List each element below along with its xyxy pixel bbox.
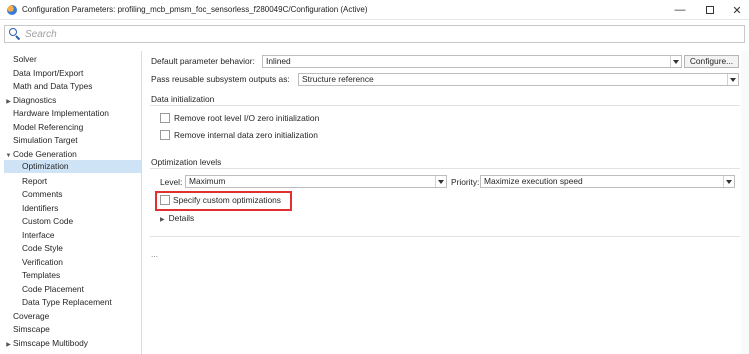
sidebar-item-label: Interface: [22, 229, 55, 240]
sidebar-item-solver[interactable]: Solver: [4, 53, 141, 66]
section-divider: [150, 105, 740, 106]
sidebar-item-data-type-replacement[interactable]: Data Type Replacement: [4, 296, 141, 309]
dropdown-arrow-icon: [723, 176, 734, 187]
sidebar-item-comments[interactable]: Comments: [4, 188, 141, 201]
select-value: Inlined: [266, 56, 291, 66]
configure-button[interactable]: Configure...: [684, 55, 739, 68]
opt-levels-heading: Optimization levels: [151, 157, 222, 167]
sidebar-item-label: Verification: [22, 256, 63, 267]
sidebar-item-label: Comments: [22, 189, 63, 199]
expand-arrow-icon: ▶: [160, 217, 165, 223]
sidebar-item-label: Templates: [22, 270, 61, 280]
dropdown-arrow-icon: [435, 176, 446, 187]
sidebar-tree: Solver Data Import/Export Math and Data …: [4, 51, 142, 354]
sidebar-item-label: Code Placement: [22, 283, 84, 294]
sidebar-item-data-import-export[interactable]: Data Import/Export: [4, 67, 141, 80]
level-label: Level:: [160, 177, 183, 187]
sidebar-item-label: Identifiers: [22, 202, 59, 213]
sidebar-item-model-referencing[interactable]: Model Referencing: [4, 121, 141, 134]
sidebar-item-simscape-multibody[interactable]: ▶ Simscape Multibody: [4, 337, 141, 350]
optimization-panel: Default parameter behavior: Inlined Conf…: [150, 51, 749, 354]
details-toggle[interactable]: ▶ Details: [160, 213, 194, 223]
sidebar-item-simscape[interactable]: Simscape: [4, 323, 141, 336]
vertical-scrollbar[interactable]: [741, 51, 749, 354]
remove-internal-checkbox[interactable]: [160, 130, 170, 140]
sidebar-item-label: Report: [22, 175, 48, 186]
remove-internal-label: Remove internal data zero initialization: [174, 130, 318, 140]
specify-custom-checkbox[interactable]: [160, 195, 170, 205]
select-value: Maximum: [189, 176, 226, 186]
sidebar-item-simulation-target[interactable]: Simulation Target: [4, 134, 141, 147]
sidebar-item-label: Diagnostics: [13, 94, 57, 105]
sidebar-item-custom-code[interactable]: Custom Code: [4, 215, 141, 228]
dropdown-arrow-icon: [727, 74, 738, 85]
level-select[interactable]: Maximum: [185, 175, 447, 188]
minimize-icon: —: [674, 4, 686, 16]
sidebar-item-label: Code Style: [22, 243, 63, 253]
sidebar-item-coverage[interactable]: Coverage: [4, 310, 141, 323]
sidebar-item-label: Data Type Replacement: [22, 297, 112, 307]
sidebar-item-label: Data Import/Export: [13, 67, 84, 78]
pass-reusable-label: Pass reusable subsystem outputs as:: [151, 74, 290, 84]
specify-custom-label: Specify custom optimizations: [173, 195, 281, 205]
details-label: Details: [168, 213, 195, 223]
pass-reusable-select[interactable]: Structure reference: [298, 73, 739, 86]
expand-arrow-icon[interactable]: ▶: [4, 339, 13, 352]
sidebar-item-label: Hardware Implementation: [13, 108, 109, 118]
dropdown-arrow-icon: [670, 56, 681, 67]
sidebar-item-label: Custom Code: [22, 216, 74, 226]
sidebar-item-hardware-implementation[interactable]: Hardware Implementation: [4, 107, 141, 120]
sidebar-item-diagnostics[interactable]: ▶ Diagnostics: [4, 94, 141, 107]
default-param-select[interactable]: Inlined: [262, 55, 682, 68]
search-input[interactable]: [25, 27, 625, 41]
sidebar-item-optimization[interactable]: Optimization: [4, 160, 141, 173]
select-value: Maximize execution speed: [484, 176, 583, 186]
sidebar-item-verification[interactable]: Verification: [4, 256, 141, 269]
search-bar: [4, 25, 745, 43]
maximize-icon: [706, 6, 714, 14]
sidebar-item-label: Simscape: [13, 324, 50, 334]
sidebar-item-label: Solver: [13, 54, 37, 64]
sidebar-item-templates[interactable]: Templates: [4, 269, 141, 282]
search-icon: [9, 28, 21, 41]
sidebar-item-label: Simscape Multibody: [13, 337, 88, 348]
sidebar-item-label: Coverage: [13, 310, 50, 321]
data-init-heading: Data initialization: [151, 94, 215, 104]
sidebar-item-code-generation[interactable]: ▼ Code Generation: [4, 148, 141, 161]
minimize-button[interactable]: —: [665, 0, 695, 20]
select-value: Structure reference: [302, 74, 374, 84]
section-divider: [150, 236, 740, 237]
close-button[interactable]: ✕: [722, 0, 749, 20]
maximize-button[interactable]: [695, 0, 725, 20]
sidebar-item-identifiers[interactable]: Identifiers: [4, 202, 141, 215]
sidebar-item-code-placement[interactable]: Code Placement: [4, 283, 141, 296]
section-divider: [150, 168, 740, 169]
priority-select[interactable]: Maximize execution speed: [480, 175, 735, 188]
sidebar-item-label: Simulation Target: [13, 135, 78, 145]
sidebar-item-label: Math and Data Types: [13, 81, 93, 91]
priority-label: Priority:: [451, 177, 480, 187]
sidebar-item-report[interactable]: Report: [4, 175, 141, 188]
window-title: Configuration Parameters: profiling_mcb_…: [22, 5, 368, 14]
window-titlebar: Configuration Parameters: profiling_mcb_…: [0, 0, 749, 20]
default-param-label: Default parameter behavior:: [151, 56, 255, 66]
sidebar-item-label: Optimization: [22, 161, 69, 171]
matlab-app-icon: [7, 4, 17, 15]
close-icon: ✕: [732, 4, 742, 17]
remove-root-label: Remove root level I/O zero initializatio…: [174, 113, 320, 123]
sidebar-item-interface[interactable]: Interface: [4, 229, 141, 242]
remove-root-checkbox[interactable]: [160, 113, 170, 123]
sidebar-item-label: Model Referencing: [13, 121, 84, 132]
sidebar-item-label: Code Generation: [13, 148, 77, 159]
more-ellipsis: ...: [151, 249, 158, 259]
sidebar-item-code-style[interactable]: Code Style: [4, 242, 141, 255]
sidebar-item-math-data-types[interactable]: Math and Data Types: [4, 80, 141, 93]
